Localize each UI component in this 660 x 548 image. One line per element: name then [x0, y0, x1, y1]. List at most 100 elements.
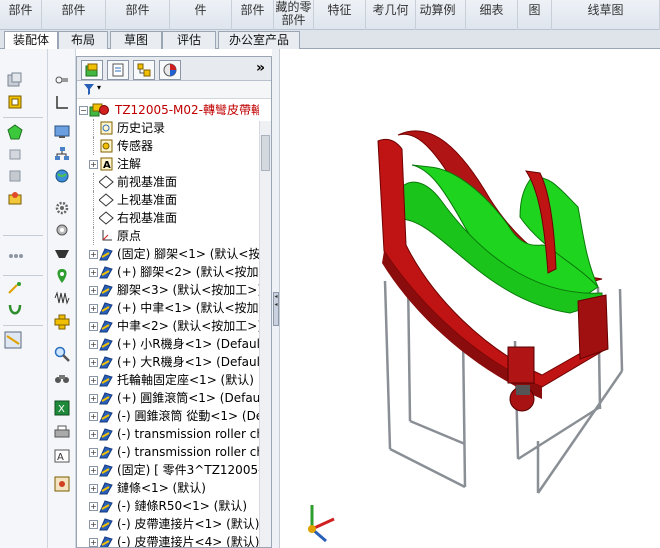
tree-item[interactable]: 历史记录 [77, 119, 259, 137]
tree-item[interactable]: + 腳架<3> (默认<按加工>) [77, 281, 259, 299]
tab-0[interactable]: 装配体 [4, 31, 58, 50]
gear-icon[interactable] [53, 199, 71, 217]
spring-icon[interactable] [53, 289, 71, 307]
panel-expand-icon[interactable]: » [256, 60, 265, 76]
tree-item[interactable]: + (固定) 腳架<1> (默认<按加 [77, 245, 259, 263]
instant-3d-icon[interactable] [4, 331, 22, 349]
ribbon-button-10[interactable]: 图 [518, 0, 552, 30]
expand-icon[interactable]: + [89, 520, 98, 529]
printer-icon[interactable] [53, 423, 71, 441]
expand-icon[interactable]: + [89, 538, 98, 547]
tree-item[interactable]: + (+) 圓錐滾筒<1> (Default [77, 389, 259, 407]
zoom-icon[interactable] [53, 345, 71, 363]
tree-item[interactable]: + (-) transmission roller ch [77, 443, 259, 461]
tree-item[interactable]: + 托輪軸固定座<1> (默认) [77, 371, 259, 389]
display-manager-tab-icon[interactable] [159, 60, 181, 80]
ribbon-button-5[interactable]: 藏的零 部件 [274, 0, 314, 30]
ribbon-button-0[interactable]: 部件 [0, 0, 42, 30]
settings-icon[interactable] [53, 221, 71, 239]
smart-dimension-icon[interactable] [53, 71, 71, 89]
expand-icon[interactable]: + [89, 322, 98, 331]
collapse-icon[interactable]: − [79, 106, 88, 115]
expand-icon[interactable]: + [89, 448, 98, 457]
tree-scrollbar[interactable] [259, 121, 271, 547]
tree-item[interactable]: + (-) 圓錐滾筒 從動<1> (De [77, 407, 259, 425]
move-component-icon[interactable] [6, 145, 24, 163]
tree-item[interactable]: + (+) 中聿<1> (默认<按加工 [77, 299, 259, 317]
tree-item[interactable]: 传感器 [77, 137, 259, 155]
component-pattern-icon[interactable] [6, 123, 24, 141]
expand-icon[interactable]: + [89, 268, 98, 277]
angle-icon[interactable] [53, 93, 71, 111]
appearance-icon[interactable] [53, 267, 71, 285]
reference-geometry-icon[interactable] [6, 247, 24, 265]
expand-icon[interactable]: + [89, 250, 98, 259]
tree-item[interactable]: + (-) 鏈條R50<1> (默认) [77, 497, 259, 515]
hide-show-icon[interactable] [6, 167, 24, 185]
network-icon[interactable] [53, 145, 71, 163]
expand-icon[interactable]: + [89, 376, 98, 385]
tab-3[interactable]: 评估 [162, 31, 216, 49]
expand-icon[interactable]: + [89, 160, 98, 169]
configuration-manager-tab-icon[interactable] [133, 60, 155, 80]
expand-icon[interactable]: + [89, 304, 98, 313]
ribbon-button-3[interactable]: 件 [170, 0, 232, 30]
expand-icon[interactable]: + [89, 430, 98, 439]
tree-item[interactable]: + (+) 大R機身<1> (Default [77, 353, 259, 371]
expand-icon[interactable]: + [89, 412, 98, 421]
tree-item[interactable]: + (-) transmission roller ch [77, 425, 259, 443]
tree-item[interactable]: + (-) 皮帶連接片<1> (默认) [77, 515, 259, 533]
insert-component-icon[interactable] [6, 71, 24, 89]
tree-item[interactable]: + 中聿<2> (默认<按加工>) [77, 317, 259, 335]
excel-icon[interactable]: X [53, 399, 71, 417]
tree-item[interactable]: 原点 [77, 227, 259, 245]
text-annotation-icon[interactable]: A [53, 447, 71, 465]
ribbon-button-7[interactable]: 考几何 [366, 0, 416, 30]
bowl-icon[interactable] [53, 245, 71, 263]
expand-icon[interactable]: + [89, 484, 98, 493]
globe-icon[interactable] [53, 167, 71, 185]
monitor-icon[interactable] [53, 123, 71, 141]
tab-4[interactable]: 办公室产品 [218, 31, 300, 49]
ribbon-button-6[interactable]: 特征 [314, 0, 366, 30]
ribbon-button-2[interactable]: 部件 [106, 0, 170, 30]
tree-item[interactable]: 上视基准面 [77, 191, 259, 209]
filter-icon[interactable] [83, 83, 95, 99]
feature-manager-tab-icon[interactable] [81, 60, 103, 80]
filter-dropdown-icon[interactable]: ▾ [97, 83, 101, 92]
panel-splitter[interactable]: ◂ ◂ [272, 49, 280, 548]
tab-2[interactable]: 草图 [110, 31, 162, 49]
conveyor-model[interactable] [280, 49, 660, 548]
render-icon[interactable] [53, 475, 71, 493]
tree-item[interactable]: − TZ12005-M02-轉彎皮帶輸 [77, 101, 259, 119]
ribbon-button-9[interactable]: 细表 [466, 0, 518, 30]
ribbon-button-4[interactable]: 部件 [232, 0, 274, 30]
tree-item[interactable]: + A 注解 [77, 155, 259, 173]
binoculars-icon[interactable] [53, 369, 71, 387]
property-manager-tab-icon[interactable] [107, 60, 129, 80]
new-motion-study-icon[interactable] [6, 279, 24, 297]
ribbon-button-8[interactable]: 动算例 [410, 0, 466, 30]
tree-item[interactable]: + (固定) [ 零件3^TZ12005-M [77, 461, 259, 479]
expand-icon[interactable]: + [89, 394, 98, 403]
scroll-thumb[interactable] [261, 135, 270, 171]
expand-icon[interactable]: + [89, 286, 98, 295]
smart-fasteners-icon[interactable] [6, 301, 24, 319]
tree-item[interactable]: 前视基准面 [77, 173, 259, 191]
graphics-area[interactable] [280, 49, 660, 548]
tree-item[interactable]: + 鏈條<1> (默认) [77, 479, 259, 497]
cross-component-icon[interactable] [53, 313, 71, 331]
tree-item[interactable]: + (+) 小R機身<1> (Default [77, 335, 259, 353]
tree-item[interactable]: 右视基准面 [77, 209, 259, 227]
expand-icon[interactable]: + [89, 358, 98, 367]
assembly-features-icon[interactable] [6, 189, 24, 207]
expand-icon[interactable]: + [89, 340, 98, 349]
tree-item[interactable]: + (+) 腳架<2> (默认<按加工 [77, 263, 259, 281]
expand-icon[interactable]: + [89, 502, 98, 511]
tree-item[interactable]: + (-) 皮帶連接片<4> (默认) [77, 533, 259, 547]
splitter-handle-icon[interactable]: ◂ ◂ [273, 292, 279, 326]
ribbon-button-11[interactable]: 线草图 [552, 0, 660, 30]
tab-1[interactable]: 布局 [58, 31, 108, 49]
ribbon-button-1[interactable]: 部件 [42, 0, 106, 30]
mate-icon[interactable] [6, 93, 24, 111]
